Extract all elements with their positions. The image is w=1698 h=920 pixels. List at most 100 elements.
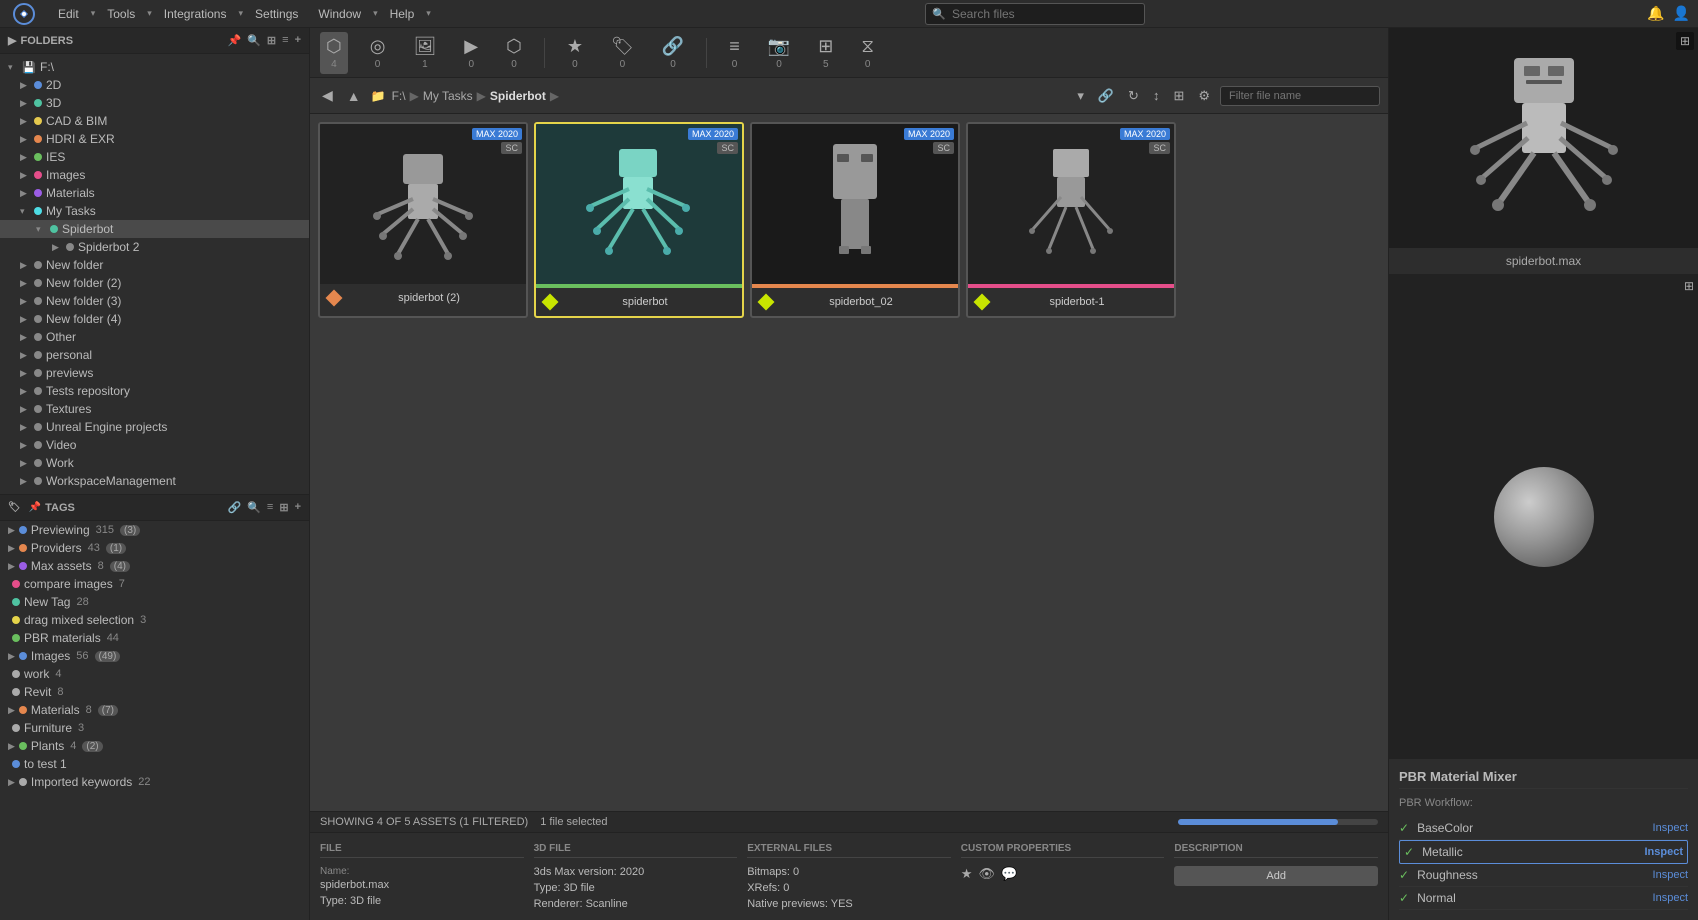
tag-item-dragmixed[interactable]: drag mixed selection 3 bbox=[0, 611, 309, 629]
path-dropdown-btn[interactable]: ▾ bbox=[1073, 86, 1088, 106]
path-part-root[interactable]: F:\ bbox=[392, 89, 406, 103]
search-folders-icon[interactable]: 🔍 bbox=[247, 34, 261, 47]
user-avatar-icon[interactable]: 👤 bbox=[1673, 5, 1690, 22]
tag-item-work[interactable]: work 4 bbox=[0, 665, 309, 683]
path-back-btn[interactable]: ◀ bbox=[318, 85, 337, 106]
toolbar-tag-btn[interactable]: 🏷 0 bbox=[605, 32, 640, 74]
tag-item-maxassets[interactable]: ▶ Max assets 8 (4) bbox=[0, 557, 309, 575]
folder-item-materials[interactable]: ▶ Materials bbox=[0, 184, 309, 202]
folder-item-workspace[interactable]: ▶ WorkspaceManagement bbox=[0, 472, 309, 490]
menu-item-integrations[interactable]: Integrations bbox=[156, 5, 235, 23]
pbr-inspect-roughness[interactable]: Inspect bbox=[1653, 869, 1688, 881]
menu-item-edit[interactable]: Edit bbox=[50, 5, 87, 23]
folder-item-tests[interactable]: ▶ Tests repository bbox=[0, 382, 309, 400]
folder-item-previews[interactable]: ▶ previews bbox=[0, 364, 309, 382]
menu-item-settings[interactable]: Settings bbox=[247, 5, 306, 23]
file-card-spiderbot1[interactable]: MAX 2020 SC bbox=[966, 122, 1176, 318]
toolbar-link-btn[interactable]: 🔗 0 bbox=[656, 32, 690, 74]
tag-item-materials-tag[interactable]: ▶ Materials 8 (7) bbox=[0, 701, 309, 719]
toolbar-scene-btn[interactable]: ⬡ 0 bbox=[500, 32, 528, 74]
sort-tags-icon[interactable]: ≡ bbox=[267, 501, 273, 514]
folder-item-unreal[interactable]: ▶ Unreal Engine projects bbox=[0, 418, 309, 436]
fd-star-icon[interactable]: ★ bbox=[961, 866, 973, 882]
pbr-inspect-basecolor[interactable]: Inspect bbox=[1653, 822, 1688, 834]
pin-icon[interactable]: 📌 bbox=[228, 34, 242, 47]
folder-item-work[interactable]: ▶ Work bbox=[0, 454, 309, 472]
toolbar-list-btn[interactable]: ≡ 0 bbox=[723, 32, 746, 74]
path-part-mytasks[interactable]: My Tasks bbox=[423, 89, 473, 103]
toolbar-camera-btn[interactable]: 📷 0 bbox=[762, 32, 796, 74]
folder-item-cad[interactable]: ▶ CAD & BIM bbox=[0, 112, 309, 130]
toolbar-img-btn[interactable]: 🖼 1 bbox=[407, 32, 442, 74]
filter-tags-icon[interactable]: ⊞ bbox=[279, 501, 288, 514]
search-tags-icon[interactable]: 🔍 bbox=[247, 501, 261, 514]
folder-item-images[interactable]: ▶ Images bbox=[0, 166, 309, 184]
tag-item-totest1[interactable]: to test 1 bbox=[0, 755, 309, 773]
folder-item-ies[interactable]: ▶ IES bbox=[0, 148, 309, 166]
path-sort-icon[interactable]: ↕ bbox=[1149, 86, 1164, 105]
folder-item-video[interactable]: ▶ Video bbox=[0, 436, 309, 454]
tag-item-previewing[interactable]: ▶ Previewing 315 (3) bbox=[0, 521, 309, 539]
file-card-spiderbot2[interactable]: MAX 2020 SC bbox=[318, 122, 528, 318]
folder-item-root[interactable]: ▾ 💾 F:\ bbox=[0, 58, 309, 76]
folder-item-textures[interactable]: ▶ Textures bbox=[0, 400, 309, 418]
menu-item-tools[interactable]: Tools bbox=[99, 5, 143, 23]
tag-item-revit[interactable]: Revit 8 bbox=[0, 683, 309, 701]
link-tags-icon[interactable]: 🔗 bbox=[228, 501, 242, 514]
folder-item-spiderbot[interactable]: ▾ Spiderbot bbox=[0, 220, 309, 238]
folder-item-newfolder2[interactable]: ▶ New folder (2) bbox=[0, 274, 309, 292]
pbr-inspect-normal[interactable]: Inspect bbox=[1653, 892, 1688, 904]
folder-item-spiderbot2[interactable]: ▶ Spiderbot 2 bbox=[0, 238, 309, 256]
menu-item-window[interactable]: Window bbox=[310, 5, 369, 23]
folder-item-2d[interactable]: ▶ 2D bbox=[0, 76, 309, 94]
toolbar-all-btn[interactable]: ⬡ 4 bbox=[320, 32, 348, 74]
path-refresh-icon[interactable]: ↻ bbox=[1124, 86, 1143, 106]
path-link2-icon[interactable]: 🔗 bbox=[1094, 86, 1118, 106]
tag-item-images[interactable]: ▶ Images 56 (49) bbox=[0, 647, 309, 665]
tag-item-compare[interactable]: compare images 7 bbox=[0, 575, 309, 593]
tag-item-furniture[interactable]: Furniture 3 bbox=[0, 719, 309, 737]
toolbar-grid-btn[interactable]: ⊞ 5 bbox=[812, 32, 839, 74]
toolbar-clock-btn[interactable]: ⧖ 0 bbox=[855, 32, 880, 74]
sphere-corner-icon[interactable]: ⊞ bbox=[1684, 279, 1694, 293]
fd-chat-icon[interactable]: 💬 bbox=[1001, 866, 1017, 882]
folders-expand-icon[interactable]: ▶ bbox=[8, 34, 16, 47]
tag-item-newtag[interactable]: New Tag 28 bbox=[0, 593, 309, 611]
notification-bell-icon[interactable]: 🔔 bbox=[1647, 5, 1664, 22]
toolbar-3d-btn[interactable]: ◎ 0 bbox=[364, 32, 392, 74]
tag-expand-icon[interactable]: 🏷 bbox=[8, 502, 21, 513]
folder-item-3d[interactable]: ▶ 3D bbox=[0, 94, 309, 112]
filter-filename-input[interactable] bbox=[1220, 86, 1380, 106]
folder-item-newfolder[interactable]: ▶ New folder bbox=[0, 256, 309, 274]
menu-item-help[interactable]: Help bbox=[382, 5, 423, 23]
tag-item-plants[interactable]: ▶ Plants 4 (2) bbox=[0, 737, 309, 755]
pbr-inspect-metallic[interactable]: Inspect bbox=[1644, 846, 1683, 858]
folder-item-personal[interactable]: ▶ personal bbox=[0, 346, 309, 364]
preview-corner-icon[interactable]: ⊞ bbox=[1676, 32, 1694, 50]
folder-item-newfolder3[interactable]: ▶ New folder (3) bbox=[0, 292, 309, 310]
add-folder-icon[interactable]: + bbox=[295, 34, 301, 47]
folder-item-newfolder4[interactable]: ▶ New folder (4) bbox=[0, 310, 309, 328]
path-filter-icon[interactable]: ⊞ bbox=[1169, 86, 1188, 106]
pin-icon2[interactable]: 📌 bbox=[29, 502, 41, 513]
folder-item-mytasks[interactable]: ▾ My Tasks bbox=[0, 202, 309, 220]
toolbar-star-btn[interactable]: ★ 0 bbox=[561, 32, 589, 74]
add-tag-icon[interactable]: + bbox=[295, 501, 301, 514]
search-input[interactable] bbox=[925, 3, 1145, 25]
folder-item-other[interactable]: ▶ Other bbox=[0, 328, 309, 346]
progress-bar bbox=[1178, 819, 1338, 825]
filter-folders-icon[interactable]: ≡ bbox=[282, 34, 288, 47]
path-settings-icon[interactable]: ⚙ bbox=[1194, 86, 1214, 106]
file-card-spiderbot[interactable]: MAX 2020 SC bbox=[534, 122, 744, 318]
file-card-spiderbot02[interactable]: MAX 2020 SC bbox=[750, 122, 960, 318]
toolbar-video-btn[interactable]: ▶ 0 bbox=[458, 32, 484, 74]
path-up-btn[interactable]: ▲ bbox=[343, 86, 365, 106]
tag-item-pbrmaterials[interactable]: PBR materials 44 bbox=[0, 629, 309, 647]
folder-item-hdri[interactable]: ▶ HDRI & EXR bbox=[0, 130, 309, 148]
add-description-btn[interactable]: Add bbox=[1174, 866, 1378, 886]
sort-folders-icon[interactable]: ⊞ bbox=[267, 34, 276, 47]
app-logo[interactable] bbox=[8, 3, 40, 25]
tag-item-providers[interactable]: ▶ Providers 43 (1) bbox=[0, 539, 309, 557]
tag-item-imported[interactable]: ▶ Imported keywords 22 bbox=[0, 773, 309, 791]
fd-eye-icon[interactable]: 👁 bbox=[978, 866, 995, 882]
